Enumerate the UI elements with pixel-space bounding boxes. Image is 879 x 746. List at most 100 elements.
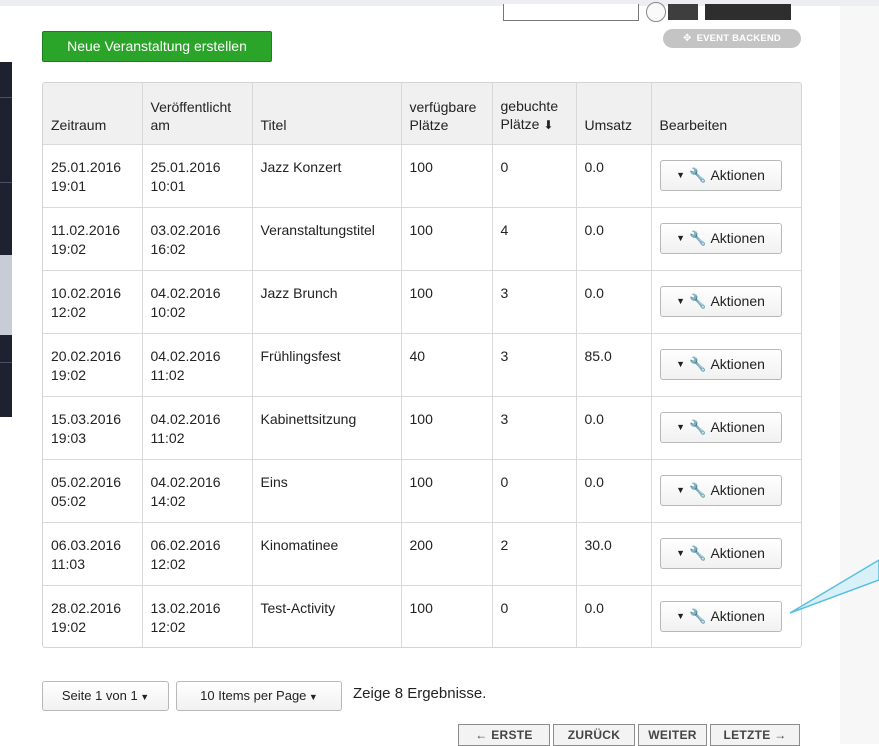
search-button[interactable] <box>705 4 791 20</box>
header-label: Umsatz <box>584 116 632 133</box>
cell-titel: Frühlingsfest <box>251 333 401 397</box>
actions-dropdown-button[interactable]: ▼ 🔧 Aktionen <box>659 159 782 191</box>
caret-down-icon: ▼ <box>306 692 318 702</box>
actions-label: Aktionen <box>710 229 765 246</box>
actions-dropdown-button[interactable]: ▼ 🔧 Aktionen <box>659 411 782 443</box>
new-event-button[interactable]: Neue Veranstaltung erstellen <box>42 31 272 62</box>
actions-label: Aktionen <box>710 607 765 624</box>
next-page-button[interactable]: WEITER <box>638 724 707 746</box>
cell-zeitraum: 11.02.2016 19:02 <box>43 207 142 271</box>
wrench-icon: 🔧 <box>689 355 707 372</box>
right-background <box>840 6 879 744</box>
header-bearbeiten: Bearbeiten <box>650 83 801 145</box>
page-select-label: Seite 1 von 1 <box>61 688 138 703</box>
cell-veroeffentlicht: 03.02.2016 16:02 <box>141 207 252 271</box>
cell-gebucht: 3 <box>491 396 576 460</box>
per-page-select[interactable]: 10 Items per Page ▼ <box>176 681 342 711</box>
cell-zeitraum: 15.03.2016 19:03 <box>43 396 142 460</box>
wrench-icon: 🔧 <box>689 481 707 498</box>
header-veroeffentlicht[interactable]: Veröffentlicht am <box>141 83 252 145</box>
cell-titel: Jazz Brunch <box>251 270 401 334</box>
cell-gebucht: 3 <box>491 270 576 334</box>
cell-titel: Eins <box>251 459 401 523</box>
actions-dropdown-button[interactable]: ▼ 🔧 Aktionen <box>659 285 782 317</box>
cell-veroeffentlicht: 04.02.2016 11:02 <box>141 396 252 460</box>
cell-titel: Test-Activity <box>251 585 401 647</box>
globe-icon[interactable] <box>646 2 666 22</box>
table-row: 28.02.2016 19:02 13.02.2016 12:02 Test-Act… <box>43 585 801 647</box>
cell-verfuegbar: 200 <box>400 522 492 586</box>
cell-bearbeiten: ▼ 🔧 Aktionen <box>650 585 801 647</box>
header-label: Zeitraum <box>51 116 107 133</box>
header-gebuchte-plaetze[interactable]: gebuchte Plätze ⬇ <box>491 83 576 145</box>
cell-verfuegbar: 100 <box>400 585 492 647</box>
cell-titel: Jazz Konzert <box>251 144 401 208</box>
search-input[interactable] <box>503 4 639 21</box>
cell-gebucht: 3 <box>491 333 576 397</box>
actions-dropdown-button[interactable]: ▼ 🔧 Aktionen <box>659 600 782 632</box>
cell-gebucht: 0 <box>491 459 576 523</box>
cell-bearbeiten: ▼ 🔧 Aktionen <box>650 270 801 334</box>
table-row: 05.02.2016 05:02 04.02.2016 14:02 Eins 100… <box>43 459 801 523</box>
cell-umsatz: 0.0 <box>575 270 651 334</box>
header-label: Veröffentlicht <box>150 98 232 115</box>
header-label: Plätze <box>409 116 449 133</box>
cell-bearbeiten: ▼ 🔧 Aktionen <box>650 459 801 523</box>
wrench-icon: 🔧 <box>689 607 707 624</box>
cell-titel: Kinomatinee <box>251 522 401 586</box>
header-label: am <box>150 116 170 133</box>
events-table: Zeitraum Veröffentlicht am Titel verfügba… <box>42 82 802 648</box>
cell-veroeffentlicht: 04.02.2016 10:02 <box>141 270 252 334</box>
wrench-icon: 🔧 <box>689 418 707 435</box>
cell-verfuegbar: 100 <box>400 396 492 460</box>
cell-gebucht: 0 <box>491 144 576 208</box>
cell-veroeffentlicht: 13.02.2016 12:02 <box>141 585 252 647</box>
table-row: 10.02.2016 12:02 04.02.2016 10:02 Jazz Bru… <box>43 270 801 334</box>
sidebar-highlight <box>0 255 12 335</box>
header-label: verfügbare <box>409 98 477 115</box>
wrench-icon: 🔧 <box>689 544 707 561</box>
cell-gebucht: 2 <box>491 522 576 586</box>
header-verfuegbare-plaetze[interactable]: verfügbare Plätze <box>400 83 492 145</box>
actions-dropdown-button[interactable]: ▼ 🔧 Aktionen <box>659 474 782 506</box>
caret-down-icon: ▼ <box>676 232 685 243</box>
sidebar-divider <box>0 362 12 363</box>
first-page-button[interactable]: ← ERSTE <box>458 724 550 746</box>
caret-down-icon: ▼ <box>676 169 685 180</box>
actions-dropdown-button[interactable]: ▼ 🔧 Aktionen <box>659 537 782 569</box>
actions-label: Aktionen <box>710 544 765 561</box>
header-titel[interactable]: Titel <box>251 83 401 145</box>
cell-umsatz: 0.0 <box>575 585 651 647</box>
results-count: Zeige 8 Ergebnisse. <box>353 685 487 702</box>
last-page-button[interactable]: LETZTE → <box>710 724 800 746</box>
download-icon[interactable]: ⬇ <box>543 118 553 132</box>
caret-down-icon: ▼ <box>137 692 150 702</box>
header-zeitraum[interactable]: Zeitraum <box>43 83 142 145</box>
dropdown-toggle[interactable] <box>668 4 698 20</box>
cell-zeitraum: 25.01.2016 19:01 <box>43 144 142 208</box>
cell-veroeffentlicht: 04.02.2016 14:02 <box>141 459 252 523</box>
caret-down-icon: ▼ <box>676 358 685 369</box>
header-label: Titel <box>260 116 287 133</box>
actions-dropdown-button[interactable]: ▼ 🔧 Aktionen <box>659 222 782 254</box>
cell-titel: Kabinettsitzung <box>251 396 401 460</box>
cell-umsatz: 0.0 <box>575 396 651 460</box>
sidebar-divider <box>0 182 12 183</box>
cell-verfuegbar: 100 <box>400 459 492 523</box>
table-row: 25.01.2016 19:01 25.01.2016 10:01 Jazz Kon… <box>43 144 801 208</box>
wrench-icon: 🔧 <box>689 229 707 246</box>
cell-zeitraum: 10.02.2016 12:02 <box>43 270 142 334</box>
table-row: 06.03.2016 11:03 06.02.2016 12:02 Kinomati… <box>43 522 801 586</box>
wrench-icon: 🔧 <box>689 292 707 309</box>
cell-umsatz: 0.0 <box>575 459 651 523</box>
header-label: Bearbeiten <box>659 116 728 133</box>
actions-dropdown-button[interactable]: ▼ 🔧 Aktionen <box>659 348 782 380</box>
page-select[interactable]: Seite 1 von 1 ▼ <box>42 681 169 711</box>
cell-zeitraum: 05.02.2016 05:02 <box>43 459 142 523</box>
cell-verfuegbar: 100 <box>400 270 492 334</box>
cell-zeitraum: 20.02.2016 19:02 <box>43 333 142 397</box>
event-backend-button[interactable]: ✥ EVENT BACKEND <box>663 29 801 48</box>
actions-label: Aktionen <box>710 418 765 435</box>
prev-page-button[interactable]: ZURÜCK <box>553 724 635 746</box>
header-umsatz[interactable]: Umsatz <box>575 83 651 145</box>
